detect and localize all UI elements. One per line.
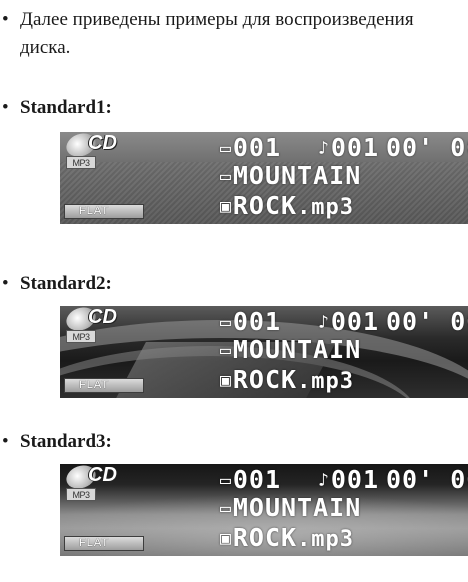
eq-indicator: FLAT [64,378,144,393]
cd-logo-text: CD [88,132,117,154]
folder-number: ▭001 [220,133,281,162]
cd-logo-text: CD [88,306,117,328]
file-name: ▣ROCK.mp3 [220,365,355,395]
track-number: ♪001 [318,133,379,162]
cd-logo: CD MP3 [62,132,134,174]
format-badge: MP3 [66,488,96,501]
display-label-text: Standard2 [20,273,106,294]
folder-name: ▭MOUNTAIN [220,335,362,364]
display-panel-standard3: CD MP3 FLAT ▭001 ♪001 00' 06" ▭MOUNTAIN … [60,464,468,556]
music-note-icon: ♪ [318,470,330,491]
display-panel-standard1: CD MP3 FLAT ▭001 ♪001 00' 06" ▭MOUNTAIN … [60,132,468,224]
folder-name: ▭MOUNTAIN [220,161,362,190]
music-note-icon: ♪ [318,312,330,333]
bullet-icon: • [2,9,9,30]
label-colon: : [105,97,112,118]
track-number: ♪001 [318,465,379,494]
file-name: ▣ROCK.mp3 [220,523,355,553]
eq-indicator: FLAT [64,536,144,551]
track-number: ♪001 [318,307,379,336]
folder-name: ▭MOUNTAIN [220,493,362,522]
bullet-icon: • [2,97,9,118]
bullet-icon: • [2,431,9,452]
folder-icon: ▭ [220,166,232,187]
folder-icon: ▭ [220,340,232,361]
intro-text: Далее приведены примеры для воспроизведе… [20,9,414,58]
elapsed-time: 00' 06" [386,307,468,336]
music-note-icon: ♪ [318,138,330,159]
format-badge: MP3 [66,330,96,343]
file-icon: ▣ [220,196,232,217]
folder-icon: ▭ [220,312,232,333]
label-colon: : [105,273,112,294]
eq-indicator: FLAT [64,204,144,219]
cd-logo: CD MP3 [62,306,134,348]
file-name: ▣ROCK.mp3 [220,191,355,221]
display-label-text: Standard3 [20,431,106,452]
folder-icon: ▭ [220,138,232,159]
folder-icon: ▭ [220,498,232,519]
folder-number: ▭001 [220,465,281,494]
bullet-icon: • [2,273,9,294]
display-label-text: Standard1 [20,97,106,118]
elapsed-time: 00' 06" [386,465,468,494]
file-icon: ▣ [220,370,232,391]
cd-logo: CD MP3 [62,464,134,506]
folder-icon: ▭ [220,470,232,491]
cd-logo-text: CD [88,464,117,486]
file-icon: ▣ [220,528,232,549]
elapsed-time: 00' 06" [386,133,468,162]
format-badge: MP3 [66,156,96,169]
folder-number: ▭001 [220,307,281,336]
label-colon: : [105,431,112,452]
display-panel-standard2: CD MP3 FLAT ▭001 ♪001 00' 06" ▭MOUNTAIN … [60,306,468,398]
